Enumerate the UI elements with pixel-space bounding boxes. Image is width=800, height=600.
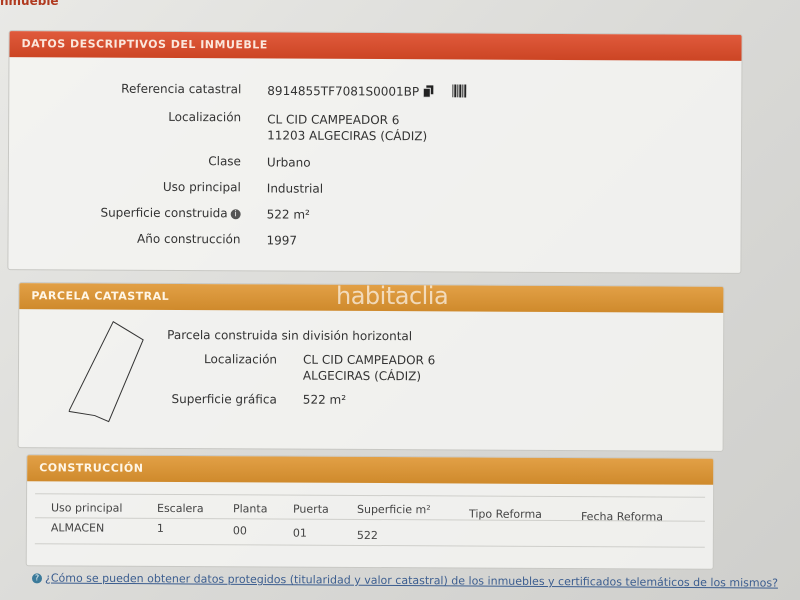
ano-construccion-label: Año construcción — [137, 231, 241, 247]
barcode-icon[interactable] — [451, 84, 466, 100]
col-puerta: Puerta — [292, 502, 329, 516]
clase-label: Clase — [208, 154, 241, 169]
parcel-shape-thumbnail[interactable] — [68, 319, 150, 425]
cell-uso-principal: ALMACEN — [50, 521, 105, 535]
datos-descriptivos-header: DATOS DESCRIPTIVOS DEL INMUEBLE — [9, 31, 742, 61]
habitaclia-watermark: habitaclia — [336, 282, 449, 310]
superficie-grafica-label: Superficie gráfica — [171, 391, 277, 407]
info-icon[interactable]: i — [230, 208, 241, 219]
parcela-localizacion-line2: ALGECIRAS (CÁDIZ) — [302, 368, 422, 384]
construccion-panel: CONSTRUCCIÓN Uso principal Escalera Plan… — [25, 454, 715, 570]
referencia-value: 8914855TF7081S0001BP — [267, 83, 466, 100]
copy-icon[interactable] — [422, 84, 434, 100]
col-escalera: Escalera — [156, 501, 204, 516]
referencia-label: Referencia catastral — [121, 81, 242, 97]
uso-principal-label: Uso principal — [162, 179, 241, 195]
localizacion-line1: CL CID CAMPEADOR 6 — [267, 112, 400, 128]
clase-value: Urbano — [266, 155, 311, 170]
col-planta: Planta — [232, 502, 268, 516]
construccion-header: CONSTRUCCIÓN — [27, 455, 714, 485]
help-icon: ? — [31, 573, 43, 584]
col-fecha-reforma: Fecha Reforma — [580, 510, 664, 524]
uso-principal-value: Industrial — [266, 181, 324, 196]
superficie-construida-label: Superficie construida i — [9, 205, 241, 220]
localizacion-line2: 11203 ALGECIRAS (CÁDIZ) — [267, 128, 428, 144]
col-superficie: Superficie m² — [356, 502, 431, 517]
col-uso-principal: Uso principal — [50, 501, 123, 515]
cell-escalera: 1 — [156, 521, 164, 535]
datos-protegidos-link-text: ¿Cómo se pueden obtener datos protegidos… — [44, 571, 779, 590]
ano-construccion-value: 1997 — [266, 233, 298, 248]
catastro-page: nmueble DATOS DESCRIPTIVOS DEL INMUEBLE … — [0, 0, 800, 600]
cell-puerta: 01 — [292, 526, 307, 540]
referencia-catastral-text: 8914855TF7081S0001BP — [267, 83, 420, 99]
table-bottom-divider — [34, 543, 705, 548]
cell-planta: 00 — [232, 524, 247, 538]
parcela-subtitle: Parcela construida sin división horizont… — [167, 327, 413, 344]
superficie-construida-value: 522 m² — [266, 207, 310, 222]
parcela-localizacion-label: Localización — [204, 352, 278, 367]
table-top-divider — [35, 493, 706, 498]
superficie-construida-text: Superficie construida — [100, 205, 228, 221]
superficie-grafica-value: 522 m² — [302, 392, 347, 407]
parcela-localizacion-line1: CL CID CAMPEADOR 6 — [303, 352, 436, 368]
localizacion-label: Localización — [168, 109, 242, 125]
datos-descriptivos-panel: DATOS DESCRIPTIVOS DEL INMUEBLE Referenc… — [7, 30, 743, 274]
cell-superficie: 522 — [356, 528, 378, 543]
cut-off-heading: nmueble — [0, 0, 59, 8]
datos-protegidos-link[interactable]: ? ¿Cómo se pueden obtener datos protegido… — [31, 571, 779, 590]
